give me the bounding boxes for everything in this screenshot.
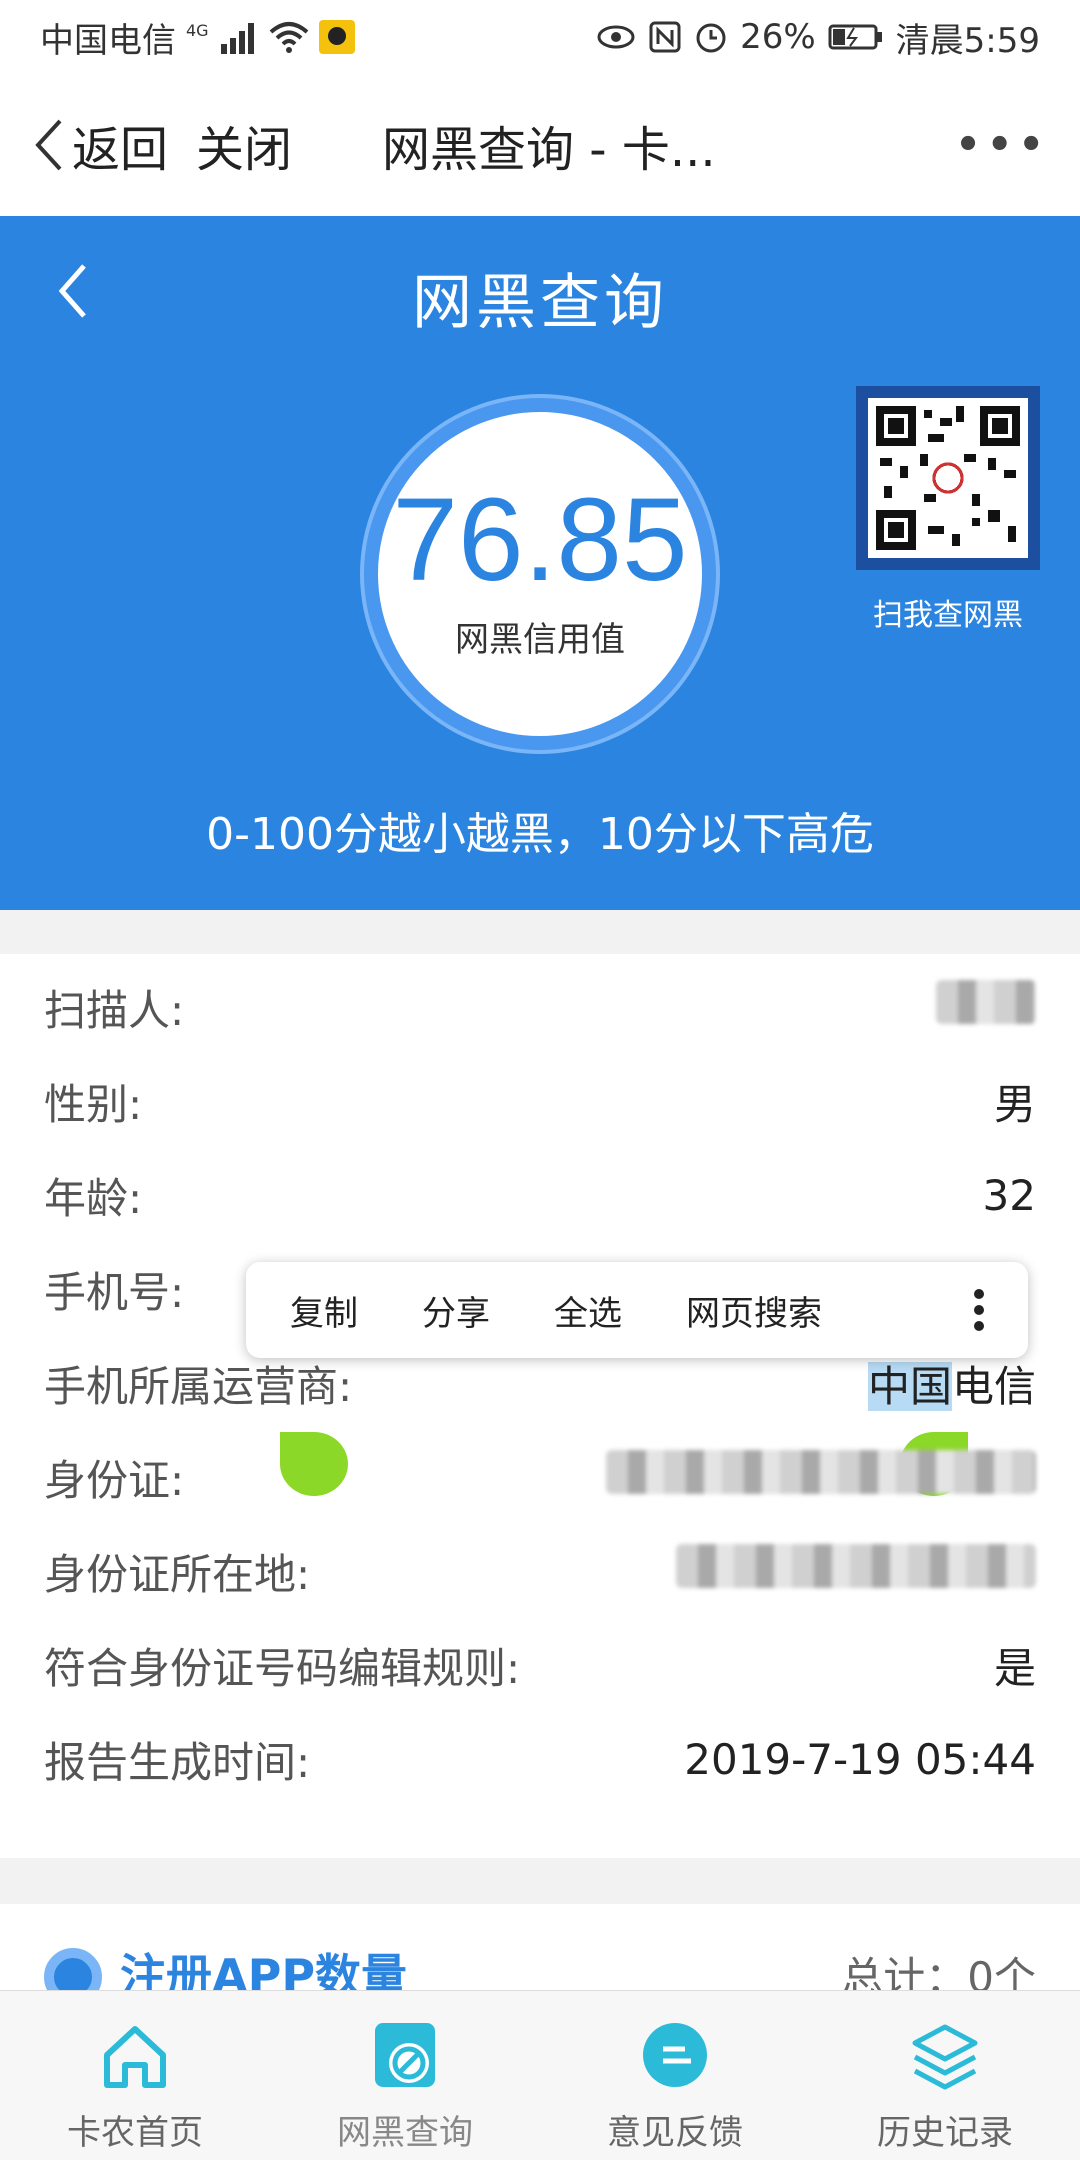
score-circle: 76.85 网黑信用值: [364, 398, 716, 750]
menu-copy[interactable]: 复制: [290, 1286, 358, 1335]
qr-code[interactable]: [856, 386, 1040, 570]
menu-select-all[interactable]: 全选: [554, 1286, 622, 1335]
tab-label: 意见反馈: [607, 2113, 743, 2153]
battery-icon: [828, 24, 882, 50]
qr-label: 扫我查网黑: [873, 598, 1023, 633]
back-label: 返回: [72, 122, 169, 178]
info-row-carrier: 手机所属运营商: 中国电信: [44, 1348, 1036, 1418]
blacklist-query-icon: [375, 2023, 435, 2087]
history-layers-icon: [912, 2024, 978, 2090]
info-label: 性别:: [44, 1079, 143, 1129]
more-vertical-icon[interactable]: [974, 1289, 984, 1331]
info-label: 身份证所在地:: [44, 1549, 311, 1599]
info-row-id-rule: 符合身份证号码编辑规则: 是: [44, 1630, 1036, 1700]
tab-label: 网黑查询: [337, 2113, 473, 2153]
selected-text[interactable]: 中国: [867, 1361, 952, 1411]
score-hero: 网黑查询 76.85 网黑信用值 扫我查网黑 0-100分越小越黑，10分以下高…: [0, 216, 1080, 910]
qr-code-icon: [868, 398, 1028, 558]
back-button[interactable]: 返回: [30, 110, 168, 180]
page-title: 网黑查询 - 卡...: [382, 122, 716, 178]
info-row-gender: 性别: 男: [44, 1066, 1036, 1136]
carrier-text: 中国电信: [40, 20, 176, 61]
info-label: 手机所属运营商:: [44, 1361, 353, 1411]
score-hint: 0-100分越小越黑，10分以下高危: [206, 809, 874, 860]
network-type: 4G: [186, 20, 209, 40]
info-value-redacted: [936, 980, 1036, 1034]
menu-share[interactable]: 分享: [422, 1286, 490, 1335]
info-value-redacted: [606, 1450, 1036, 1504]
unselected-text: 电信: [951, 1361, 1036, 1411]
tab-label: 卡农首页: [67, 2113, 203, 2153]
clock-time: 清晨5:59: [895, 20, 1040, 61]
home-icon: [104, 2026, 166, 2088]
signal-icon: [220, 23, 254, 54]
info-value: 2019-7-19 05:44: [684, 1734, 1036, 1784]
webview-nav-bar: 返回 关闭 网黑查询 - 卡... •••: [0, 74, 1080, 216]
info-value: 32: [982, 1170, 1036, 1220]
info-value: 男: [993, 1079, 1036, 1129]
info-row-report-time: 报告生成时间: 2019-7-19 05:44: [44, 1724, 1036, 1794]
feedback-icon: [643, 2023, 707, 2087]
info-label: 年龄:: [44, 1173, 143, 1223]
info-value: 是: [993, 1643, 1036, 1693]
app-notification-icon: [318, 20, 355, 54]
tab-feedback[interactable]: 意见反馈: [540, 1991, 810, 2160]
hero-title: 网黑查询: [412, 268, 668, 338]
info-label: 身份证:: [44, 1455, 185, 1505]
info-row-age: 年龄: 32: [44, 1160, 1036, 1230]
info-row-id: 身份证:: [44, 1442, 1036, 1512]
more-options-button[interactable]: •••: [955, 122, 1050, 168]
close-button[interactable]: 关闭: [196, 110, 292, 180]
nfc-icon: [649, 21, 681, 53]
info-row-id-location: 身份证所在地:: [44, 1536, 1036, 1606]
tab-home[interactable]: 卡农首页: [0, 1991, 270, 2160]
text-selection-menu: 复制 分享 全选 网页搜索: [246, 1262, 1028, 1358]
bottom-tab-bar: 卡农首页 网黑查询 意见反馈 历史记录: [0, 1990, 1080, 2160]
tab-label: 历史记录: [877, 2113, 1013, 2153]
tab-history[interactable]: 历史记录: [810, 1991, 1080, 2160]
credit-score-label: 网黑信用值: [455, 620, 625, 660]
eye-icon: [597, 25, 635, 49]
info-card: 扫描人: 性别: 男 年龄: 32 手机号: 手机所属运营商: 中国电信 身份证…: [0, 954, 1080, 1858]
tab-blacklist-query[interactable]: 网黑查询: [270, 1991, 540, 2160]
menu-web-search[interactable]: 网页搜索: [686, 1286, 822, 1335]
status-bar: 中国电信 4G 26% 清晨5:59: [0, 0, 1080, 74]
info-label: 手机号:: [44, 1267, 185, 1317]
credit-score-value: 76.85: [392, 474, 688, 606]
chevron-left-icon: [35, 119, 62, 171]
battery-percent: 26%: [740, 17, 816, 57]
info-value[interactable]: 中国电信: [867, 1353, 1036, 1414]
alarm-icon: [696, 23, 726, 53]
info-value-redacted: [676, 1544, 1036, 1598]
info-label: 报告生成时间:: [44, 1737, 311, 1787]
info-label: 符合身份证号码编辑规则:: [44, 1643, 521, 1693]
info-row-scanner: 扫描人:: [44, 972, 1036, 1042]
info-label: 扫描人:: [44, 985, 185, 1035]
wifi-icon: [269, 22, 308, 53]
